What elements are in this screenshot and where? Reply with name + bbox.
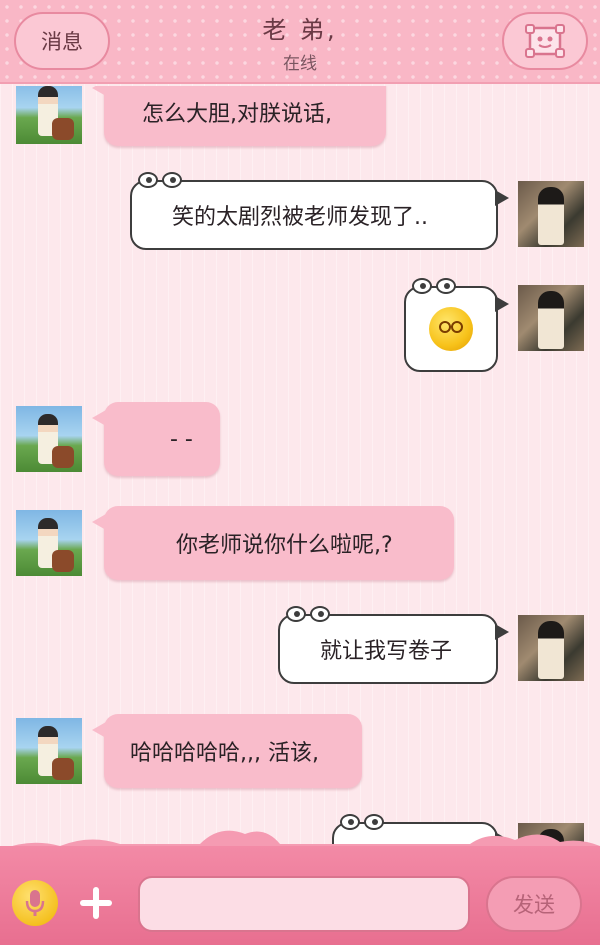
outgoing-message[interactable]: 笑的太剧烈被老师发现了.. — [130, 172, 509, 250]
contact-avatar[interactable] — [16, 510, 82, 576]
contact-avatar[interactable] — [16, 718, 82, 784]
outgoing-emoji-message[interactable] — [404, 278, 509, 372]
contact-avatar[interactable] — [16, 86, 82, 144]
contact-avatar[interactable] — [16, 406, 82, 472]
worried-face-emoji-icon — [429, 307, 473, 351]
send-button[interactable]: 发送 — [486, 876, 582, 932]
bubble-eyes-decoration — [412, 278, 460, 300]
profile-face-icon — [525, 24, 565, 58]
my-avatar[interactable] — [518, 615, 584, 681]
contact-info: 老 弟, 在线 — [150, 10, 450, 74]
incoming-message[interactable]: - - — [92, 402, 220, 476]
microphone-icon — [25, 890, 45, 916]
bubble-eyes-decoration — [286, 606, 334, 628]
chat-header: 消息 老 弟, 在线 — [0, 0, 600, 84]
message-text: 你老师说你什么啦呢,? — [176, 533, 393, 558]
message-input[interactable] — [138, 876, 470, 932]
bubble-eyes-decoration — [138, 172, 186, 194]
message-text: 笑的太剧烈被老师发现了.. — [172, 205, 428, 230]
my-avatar[interactable] — [518, 181, 584, 247]
message-text: 哈哈哈哈哈,,, 活该, — [130, 741, 319, 766]
incoming-message[interactable]: 哈哈哈哈哈,,, 活该, — [92, 714, 362, 788]
outgoing-message[interactable]: 就让我写卷子 — [278, 606, 509, 684]
message-list[interactable]: 怎么大胆,对朕说话, 笑的太剧烈被老师发现了.. - - 你老师说你什么啦呢,?… — [0, 86, 600, 846]
incoming-message[interactable]: 怎么大胆,对朕说话, — [92, 86, 386, 146]
contact-name: 老 弟, — [262, 16, 338, 44]
back-messages-button[interactable]: 消息 — [14, 12, 110, 70]
plus-icon — [80, 887, 112, 919]
voice-button[interactable] — [12, 880, 58, 926]
message-text: - - — [170, 426, 193, 452]
message-text: 怎么大胆,对朕说话, — [142, 102, 332, 127]
contact-status: 在线 — [283, 54, 317, 74]
more-options-button[interactable] — [74, 880, 118, 926]
incoming-message[interactable]: 你老师说你什么啦呢,? — [92, 506, 454, 580]
profile-button[interactable] — [502, 12, 588, 70]
message-text: 就让我写卷子 — [320, 639, 453, 664]
my-avatar[interactable] — [518, 285, 584, 351]
